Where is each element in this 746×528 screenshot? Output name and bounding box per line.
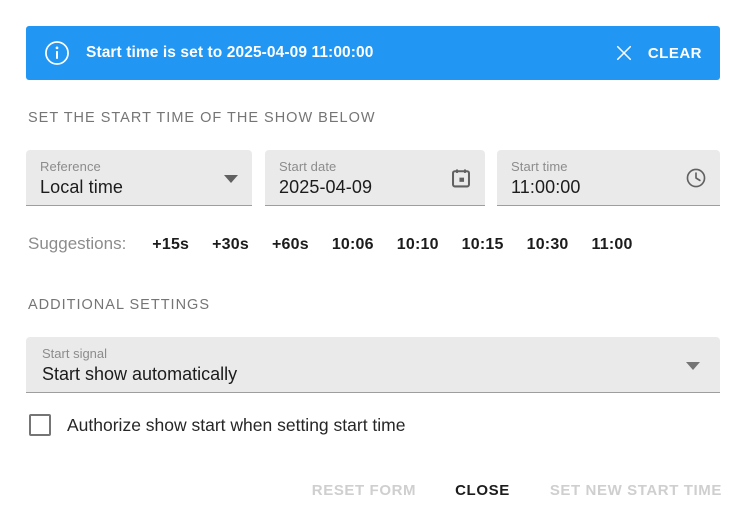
info-circle-icon [45,41,69,65]
suggestion-chip[interactable]: 11:00 [592,236,633,254]
start-time-field-row: Reference Local time Start date 2025-04-… [26,150,720,206]
suggestion-chip[interactable]: +30s [212,236,249,254]
suggestion-chip[interactable]: +60s [272,236,309,254]
dialog-footer: RESET FORM CLOSE SET NEW START TIME [312,482,722,499]
suggestions-row: Suggestions: +15s +30s +60s 10:06 10:10 … [28,234,633,254]
reset-form-button[interactable]: RESET FORM [312,482,416,499]
start-date-value: 2025-04-09 [279,177,373,197]
start-signal-label: Start signal [42,346,108,361]
set-new-start-time-button[interactable]: SET NEW START TIME [550,482,722,499]
reference-label: Reference [40,159,101,174]
start-time-value: 11:00:00 [511,177,581,197]
reference-select[interactable]: Reference Local time [26,150,252,206]
start-time-label: Start time [511,159,568,174]
start-signal-value: Start show automatically [42,364,238,384]
clock-icon[interactable] [685,167,707,189]
start-time-section-heading: SET THE START TIME OF THE SHOW BELOW [28,110,376,126]
start-time-dialog: Start time is set to 2025-04-09 11:00:00… [0,0,746,528]
calendar-icon[interactable] [450,167,472,189]
start-date-input[interactable]: Start date 2025-04-09 [265,150,485,206]
banner-message-prefix: Start time is set to [86,44,227,61]
banner-message-value: 2025-04-09 11:00:00 [226,44,374,61]
suggestion-chip[interactable]: 10:15 [462,236,504,254]
start-time-input[interactable]: Start time 11:00:00 [497,150,720,206]
authorize-show-start-checkbox[interactable] [29,414,51,436]
start-date-label: Start date [279,159,337,174]
authorize-show-start-label: Authorize show start when setting start … [67,414,406,435]
start-signal-select[interactable]: Start signal Start show automatically [26,337,720,393]
close-button[interactable]: CLOSE [455,482,510,499]
suggestion-chip[interactable]: 10:30 [527,236,569,254]
banner-clear-action[interactable]: CLEAR [614,43,702,63]
chevron-down-icon[interactable] [686,362,700,370]
suggestion-chip[interactable]: 10:10 [397,236,439,254]
banner-message: Start time is set to 2025-04-09 11:00:00 [86,44,614,62]
suggestions-label: Suggestions: [28,234,127,253]
authorize-show-start-checkbox-row[interactable]: Authorize show start when setting start … [29,414,405,436]
additional-settings-heading: ADDITIONAL SETTINGS [28,297,211,313]
reference-value: Local time [40,177,124,197]
close-x-icon[interactable] [614,43,634,63]
clear-button[interactable]: CLEAR [648,45,702,62]
suggestion-chip[interactable]: +15s [152,236,189,254]
chevron-down-icon[interactable] [224,175,238,183]
start-time-banner: Start time is set to 2025-04-09 11:00:00… [26,26,720,80]
suggestion-chip[interactable]: 10:06 [332,236,374,254]
